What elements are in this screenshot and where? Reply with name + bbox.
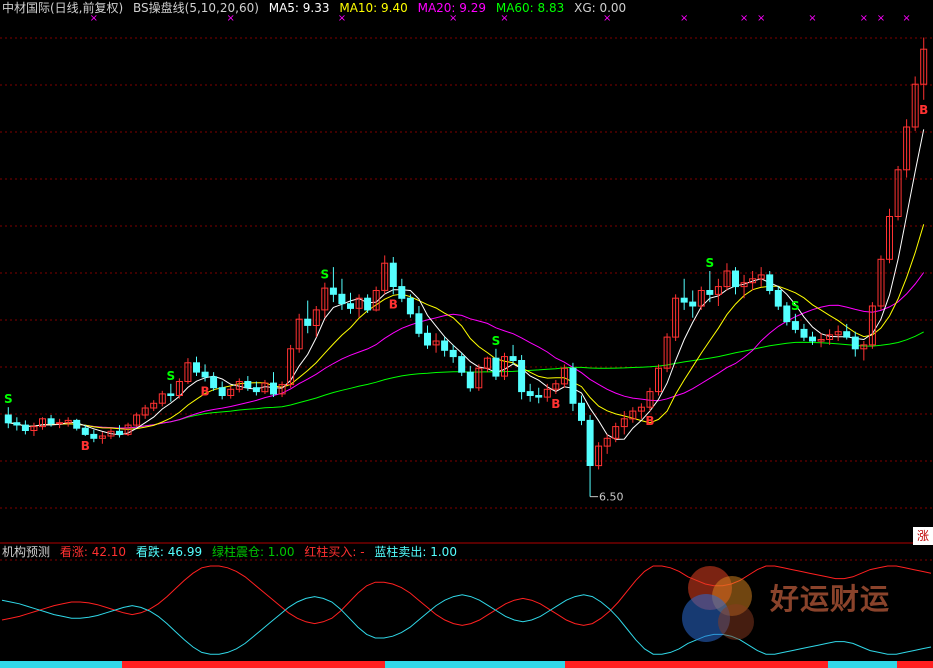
candle-down bbox=[167, 393, 175, 396]
candle-down bbox=[843, 331, 851, 338]
buy-bar bbox=[565, 661, 828, 668]
candle-down bbox=[389, 262, 397, 288]
candle-down bbox=[809, 336, 816, 342]
x-signal-mark: × bbox=[902, 13, 910, 24]
candle-down bbox=[791, 321, 799, 330]
low-price-label: 6.50 bbox=[599, 491, 624, 504]
sell-bar bbox=[828, 661, 897, 668]
indicator-name: BS操盘线(5,10,20,60) bbox=[133, 1, 259, 15]
x-signal-mark: × bbox=[680, 13, 688, 24]
blue-bar-label: 蓝柱卖出: 1.00 bbox=[374, 545, 457, 559]
candle-down bbox=[201, 371, 209, 378]
candle-down bbox=[851, 336, 859, 350]
subpanel-header: 机构预测 看涨: 42.10 看跌: 46.99 绿柱震仓: 1.00 红柱买入… bbox=[2, 544, 463, 560]
candle-down bbox=[338, 293, 346, 305]
candle-down bbox=[4, 414, 12, 424]
candle-down bbox=[347, 303, 354, 309]
candle-down bbox=[569, 367, 577, 404]
ma20-line bbox=[8, 272, 925, 429]
xg-value: XG: 0.00 bbox=[574, 1, 627, 15]
candle-down bbox=[689, 301, 697, 307]
zhang-button[interactable]: 涨 bbox=[913, 527, 933, 545]
candle-down bbox=[244, 381, 252, 389]
candle-down bbox=[398, 286, 406, 299]
candle-down bbox=[47, 418, 55, 424]
sell-signal: S bbox=[706, 256, 715, 270]
candle-down bbox=[304, 318, 312, 326]
red-bar-label: 红柱买入: - bbox=[304, 545, 365, 559]
candle-down bbox=[732, 270, 739, 288]
header-bar: 中材国际(日线,前复权) BS操盘线(5,10,20,60) MA5: 9.33… bbox=[2, 0, 632, 16]
x-signal-mark: × bbox=[860, 13, 868, 24]
candle-down bbox=[252, 387, 260, 393]
ma60-value: MA60: 8.83 bbox=[495, 1, 565, 15]
candle-down bbox=[116, 430, 123, 435]
candle-down bbox=[774, 290, 782, 307]
candle-down bbox=[210, 376, 218, 389]
ma5-value: MA5: 9.33 bbox=[268, 1, 330, 15]
ma5-line bbox=[8, 129, 925, 440]
green-bar-label: 绿柱震仓: 1.00 bbox=[211, 545, 295, 559]
buy-signal: B bbox=[389, 297, 398, 311]
buy-signal: B bbox=[551, 397, 560, 411]
candle-down bbox=[73, 419, 81, 429]
x-signal-mark: × bbox=[808, 13, 816, 24]
candle-down bbox=[424, 332, 431, 346]
candle-down bbox=[329, 287, 337, 295]
candle-down bbox=[13, 422, 21, 426]
buy-signal: B bbox=[81, 439, 90, 453]
buy-signal: B bbox=[200, 384, 209, 398]
candle-down bbox=[449, 349, 457, 358]
kandie-value: 看跌: 46.99 bbox=[135, 545, 203, 559]
kanzhang-value: 看涨: 42.10 bbox=[59, 545, 127, 559]
sell-signal: S bbox=[492, 334, 501, 348]
watermark-text: 好运财运 bbox=[770, 582, 891, 616]
ma20-value: MA20: 9.29 bbox=[417, 1, 487, 15]
sell-signal: S bbox=[167, 369, 176, 383]
candle-down bbox=[90, 433, 98, 439]
candle-down bbox=[766, 274, 774, 291]
chart-root: B B B B B B S S S S S S 6.50 × × × × × × × × × × × × × 中材国际(日线,前复… bbox=[0, 0, 933, 668]
candle-up bbox=[56, 422, 64, 425]
ma10-value: MA10: 9.40 bbox=[339, 1, 408, 15]
stock-title: 中材国际(日线,前复权) bbox=[2, 1, 124, 15]
candle-down bbox=[680, 297, 688, 303]
x-signal-mark: × bbox=[740, 13, 748, 24]
candle-down bbox=[509, 356, 517, 362]
ma10-line bbox=[8, 224, 925, 430]
candle-down bbox=[578, 402, 585, 421]
candle-down bbox=[406, 297, 414, 315]
x-signal-mark: × bbox=[877, 13, 885, 24]
candle-down bbox=[526, 391, 534, 397]
buy-bar bbox=[122, 661, 385, 668]
sell-signal: S bbox=[4, 392, 13, 406]
candle-down bbox=[270, 382, 277, 395]
candle-down bbox=[415, 313, 423, 334]
candle-down bbox=[800, 328, 808, 338]
subpanel-title: 机构预测 bbox=[2, 545, 51, 559]
candle-down bbox=[458, 356, 466, 373]
candle-down bbox=[492, 357, 500, 377]
sell-bar bbox=[385, 661, 565, 668]
candle-down bbox=[218, 387, 226, 397]
candle-down bbox=[441, 340, 449, 351]
candle-down bbox=[21, 424, 29, 432]
candle-down bbox=[466, 371, 474, 389]
sell-signal: S bbox=[321, 268, 330, 282]
candle-down bbox=[535, 395, 543, 398]
candle-down bbox=[783, 305, 791, 323]
candle-down bbox=[364, 297, 372, 311]
buy-signal: B bbox=[645, 414, 654, 428]
candle-down bbox=[193, 362, 200, 373]
candle-down bbox=[81, 427, 89, 435]
sell-bar bbox=[0, 661, 122, 668]
buy-signal: B bbox=[919, 103, 928, 117]
x-signal-mark: × bbox=[757, 13, 765, 24]
candle-down bbox=[518, 360, 526, 393]
sell-signal: S bbox=[791, 299, 800, 313]
buy-bar bbox=[897, 661, 933, 668]
candle-down bbox=[586, 419, 594, 466]
candle-down bbox=[706, 290, 714, 295]
